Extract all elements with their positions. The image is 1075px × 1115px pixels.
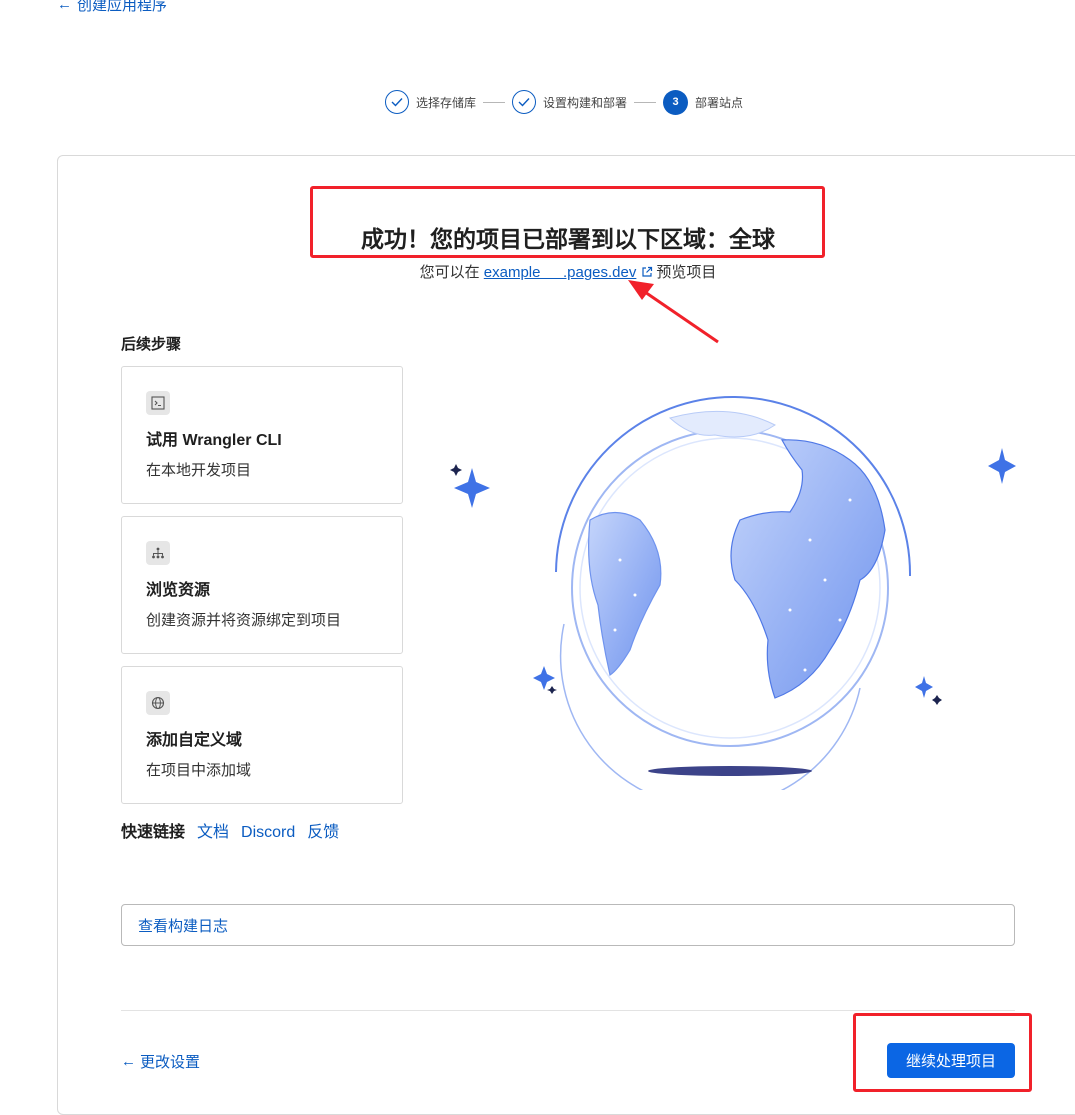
step-select-repo: 选择存储库 xyxy=(385,90,476,114)
step-build-settings: 设置构建和部署 xyxy=(512,90,627,114)
quick-links-label: 快速链接 xyxy=(121,824,186,841)
card-try-wrangler[interactable]: 试用 Wrangler CLI 在本地开发项目 xyxy=(121,366,403,504)
footer-divider xyxy=(121,1010,1015,1011)
change-settings-label: 更改设置 xyxy=(140,1054,201,1071)
next-steps-heading: 后续步骤 xyxy=(121,336,182,353)
check-icon xyxy=(512,90,537,114)
card-description: 创建资源并将资源绑定到项目 xyxy=(146,612,342,629)
preview-line: 您可以在 example .pages.dev 预览项目 xyxy=(0,261,1075,282)
globe-illustration xyxy=(450,396,1016,790)
arrow-left-icon: ← xyxy=(121,1053,136,1070)
terminal-icon xyxy=(146,391,170,415)
card-browse-resources[interactable]: 浏览资源 创建资源并将资源绑定到项目 xyxy=(121,516,403,654)
back-link-label: 创建应用程序 xyxy=(77,0,168,14)
view-build-log-button[interactable]: 查看构建日志 xyxy=(121,904,1015,946)
preview-prefix: 您可以在 xyxy=(419,264,480,281)
quick-links: 快速链接 文档 Discord 反馈 xyxy=(121,818,339,842)
step-connector xyxy=(634,101,657,103)
globe-icon xyxy=(146,691,170,715)
card-description: 在项目中添加域 xyxy=(146,762,252,779)
continue-project-button[interactable]: 继续处理项目 xyxy=(887,1043,1015,1078)
project-domain-link[interactable]: example .pages.dev xyxy=(484,264,637,281)
progress-stepper: 选择存储库 设置构建和部署 3 部署站点 xyxy=(385,88,743,116)
step-number: 3 xyxy=(663,89,689,115)
feedback-link[interactable]: 反馈 xyxy=(307,818,339,842)
step-connector xyxy=(483,101,506,103)
annotation-arrow xyxy=(628,280,719,344)
card-title: 试用 Wrangler CLI xyxy=(146,432,282,449)
resources-icon xyxy=(146,541,170,565)
check-icon xyxy=(385,90,409,114)
step-label: 选择存储库 xyxy=(416,95,477,110)
build-log-label: 查看构建日志 xyxy=(138,917,229,935)
success-title: 成功！您的项目已部署到以下区域：全球 xyxy=(361,226,775,252)
card-add-custom-domain[interactable]: 添加自定义域 在项目中添加域 xyxy=(121,666,403,804)
card-title: 添加自定义域 xyxy=(146,732,243,749)
change-settings-link[interactable]: ← 更改设置 xyxy=(121,1051,200,1072)
arrow-left-icon: ← xyxy=(57,0,72,13)
card-title: 浏览资源 xyxy=(146,582,211,599)
step-deploy-site: 3 部署站点 xyxy=(663,89,744,115)
back-to-create-app-link[interactable]: ← 创建应用程序 xyxy=(57,0,167,15)
card-description: 在本地开发项目 xyxy=(146,462,252,479)
discord-link[interactable]: Discord xyxy=(241,824,295,842)
docs-link[interactable]: 文档 xyxy=(197,818,229,842)
step-label: 设置构建和部署 xyxy=(543,95,628,110)
step-label: 部署站点 xyxy=(695,95,744,110)
